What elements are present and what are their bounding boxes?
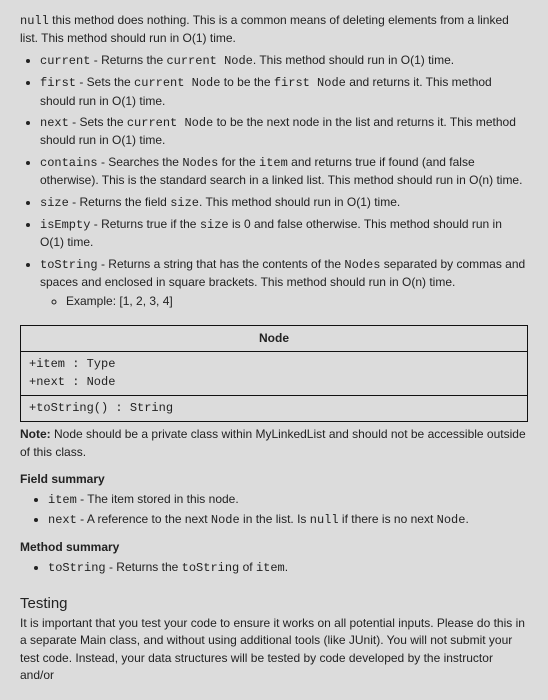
method-contains: contains - Searches the Nodes for the it… [40, 154, 528, 190]
node-uml-fields: +item : Type +next : Node [21, 352, 528, 396]
field-next: next - A reference to the next Node in t… [48, 511, 528, 529]
method-size: size - Returns the field size. This meth… [40, 194, 528, 212]
method-summary-list: toString - Returns the toString of item. [20, 559, 528, 577]
method-summary-tostring: toString - Returns the toString of item. [48, 559, 528, 577]
tostring-example: Example: [1, 2, 3, 4] [66, 293, 528, 310]
field-summary-list: item - The item stored in this node. nex… [20, 491, 528, 530]
method-next: next - Sets the current Node to be the n… [40, 114, 528, 150]
node-uml-table: Node +item : Type +next : Node +toString… [20, 325, 528, 423]
field-summary-head: Field summary [20, 471, 528, 488]
method-first: first - Sets the current Node to be the … [40, 74, 528, 110]
node-uml-methods: +toString() : String [21, 396, 528, 422]
intro-paragraph: null this method does nothing. This is a… [20, 12, 528, 48]
testing-head: Testing [20, 593, 528, 615]
testing-text: It is important that you test your code … [20, 615, 528, 685]
tostring-example-list: Example: [1, 2, 3, 4] [40, 293, 528, 310]
method-tostring: toString - Returns a string that has the… [40, 256, 528, 311]
method-isempty: isEmpty - Returns true if the size is 0 … [40, 216, 528, 252]
intro-text: this method does nothing. This is a comm… [20, 13, 509, 45]
field-item: item - The item stored in this node. [48, 491, 528, 509]
intro-null: null [20, 14, 49, 28]
node-note: Note: Node should be a private class wit… [20, 426, 528, 461]
method-summary-head: Method summary [20, 539, 528, 556]
note-bold: Note: [20, 427, 51, 441]
method-list: current - Returns the current Node. This… [20, 52, 528, 311]
method-current: current - Returns the current Node. This… [40, 52, 528, 70]
node-uml-header: Node [21, 325, 528, 351]
note-text: Node should be a private class within My… [20, 427, 526, 458]
